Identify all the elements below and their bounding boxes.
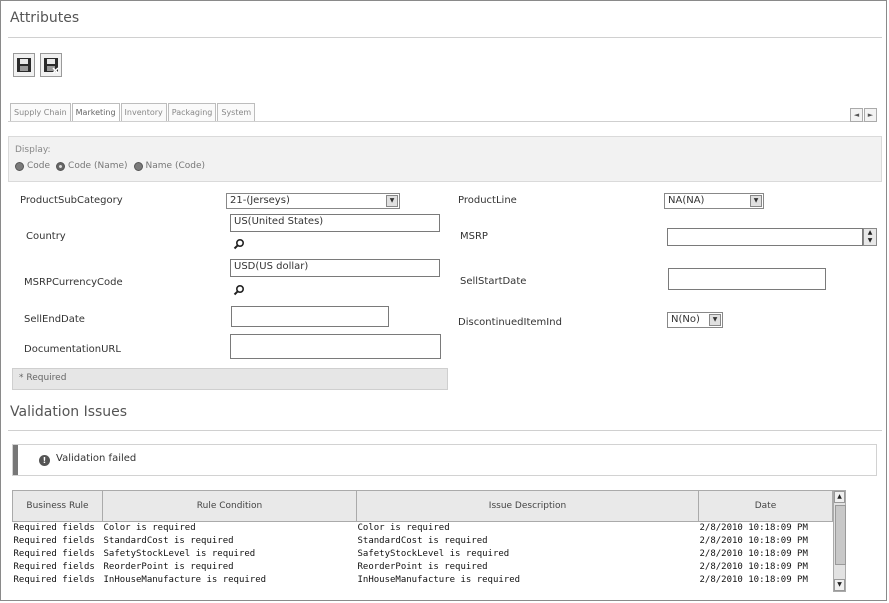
table-row[interactable]: Required fields StandardCost is required… xyxy=(13,535,833,548)
validation-status-bar: ! Validation failed xyxy=(12,444,877,476)
table-row[interactable]: Required fields SafetyStockLevel is requ… xyxy=(13,548,833,561)
scroll-down-button[interactable]: ▼ xyxy=(834,579,845,591)
msrp-field[interactable] xyxy=(667,228,863,246)
cell-issue-description: SafetyStockLevel is required xyxy=(357,549,510,559)
table-row[interactable]: Required fields ReorderPoint is required… xyxy=(13,561,833,574)
cell-date: 2/8/2010 10:18:09 PM xyxy=(699,536,808,546)
tab-inventory[interactable]: Inventory xyxy=(120,103,167,121)
save-close-icon xyxy=(44,58,59,74)
sell-end-date-label: SellEndDate xyxy=(24,314,85,325)
chevron-down-icon: ▼ xyxy=(709,314,721,326)
cell-date: 2/8/2010 10:18:09 PM xyxy=(699,549,808,559)
msrp-spinner[interactable]: ▲ ▼ xyxy=(863,228,877,246)
required-note: * Required xyxy=(12,368,448,390)
column-header-rule-condition[interactable]: Rule Condition xyxy=(102,490,357,522)
country-field[interactable]: US(United States) xyxy=(230,214,440,232)
column-header-issue-description[interactable]: Issue Description xyxy=(356,490,699,522)
title-divider xyxy=(8,37,882,38)
display-options-panel: Display: Code Code (Name) Name (Code) xyxy=(8,136,882,182)
cell-issue-description: StandardCost is required xyxy=(357,536,488,546)
product-sub-category-label: ProductSubCategory xyxy=(20,195,123,206)
cell-business-rule: Required fields xyxy=(13,536,95,546)
table-scrollbar[interactable]: ▲ ▼ xyxy=(833,490,846,592)
msrp-currency-code-field[interactable]: USD(US dollar) xyxy=(230,259,440,277)
discontinued-item-ind-value: N(No) xyxy=(671,314,700,325)
lookup-country-icon[interactable] xyxy=(233,238,245,250)
country-label: Country xyxy=(26,231,66,242)
documentation-url-label: DocumentationURL xyxy=(24,344,121,355)
radio-code[interactable] xyxy=(15,161,24,171)
display-label: Display: xyxy=(15,145,51,155)
tab-packaging[interactable]: Packaging xyxy=(167,103,217,121)
tab-divider xyxy=(8,121,869,122)
cell-issue-description: ReorderPoint is required xyxy=(357,562,488,572)
msrp-label: MSRP xyxy=(460,231,488,242)
table-row[interactable]: Required fields InHouseManufacture is re… xyxy=(13,574,833,587)
cell-rule-condition: InHouseManufacture is required xyxy=(103,575,267,585)
product-sub-category-select[interactable]: 21-(Jerseys) ▼ xyxy=(226,193,400,209)
product-line-label: ProductLine xyxy=(458,195,517,206)
sell-start-date-field[interactable] xyxy=(668,268,826,290)
cell-rule-condition: SafetyStockLevel is required xyxy=(103,549,256,559)
radio-name-code[interactable] xyxy=(133,161,143,171)
display-radio-group: Code Code (Name) Name (Code) xyxy=(15,161,211,171)
cell-issue-description: InHouseManufacture is required xyxy=(357,575,521,585)
scroll-up-button[interactable]: ▲ xyxy=(834,491,845,503)
cell-rule-condition: StandardCost is required xyxy=(103,536,234,546)
cell-issue-description: Color is required xyxy=(357,523,450,533)
table-row[interactable]: Required fields Color is required Color … xyxy=(13,522,833,536)
validation-divider xyxy=(8,430,882,431)
cell-business-rule: Required fields xyxy=(13,575,95,585)
sell-end-date-field[interactable] xyxy=(231,306,389,327)
radio-name-code-label: Name (Code) xyxy=(145,161,206,171)
validation-issues-title: Validation Issues xyxy=(10,404,128,420)
scroll-thumb[interactable] xyxy=(835,505,846,565)
cell-rule-condition: ReorderPoint is required xyxy=(103,562,234,572)
cell-business-rule: Required fields xyxy=(13,549,95,559)
cell-business-rule: Required fields xyxy=(13,523,95,533)
tab-supply-chain[interactable]: Supply Chain xyxy=(10,103,71,121)
info-icon: ! xyxy=(39,455,50,466)
radio-code-name[interactable] xyxy=(56,161,66,171)
radio-code-name-label: Code (Name) xyxy=(68,161,128,171)
discontinued-item-ind-select[interactable]: N(No) ▼ xyxy=(667,312,723,328)
product-line-value: NA(NA) xyxy=(668,195,705,206)
tab-scroll: ◄ ► xyxy=(850,108,878,122)
save-icon xyxy=(17,58,31,72)
radio-code-label: Code xyxy=(27,161,51,171)
cell-date: 2/8/2010 10:18:09 PM xyxy=(699,523,808,533)
column-header-date[interactable]: Date xyxy=(698,490,833,522)
tab-strip: Supply Chain Marketing Inventory Packagi… xyxy=(10,103,256,121)
tab-scroll-left-button[interactable]: ◄ xyxy=(850,108,863,122)
cell-date: 2/8/2010 10:18:09 PM xyxy=(699,575,808,585)
product-sub-category-value: 21-(Jerseys) xyxy=(230,195,290,206)
lookup-currency-icon[interactable] xyxy=(233,284,245,296)
chevron-down-icon: ▼ xyxy=(750,195,762,207)
tab-system[interactable]: System xyxy=(217,103,256,121)
tab-marketing[interactable]: Marketing xyxy=(71,103,120,121)
attributes-title: Attributes xyxy=(10,10,80,26)
save-close-button[interactable] xyxy=(40,53,62,77)
column-header-business-rule[interactable]: Business Rule xyxy=(12,490,103,522)
table-header-row: Business Rule Rule Condition Issue Descr… xyxy=(12,490,833,522)
chevron-down-icon: ▼ xyxy=(386,195,398,207)
discontinued-item-ind-label: DiscontinuedItemInd xyxy=(458,317,562,328)
sell-start-date-label: SellStartDate xyxy=(460,276,527,287)
msrp-currency-code-label: MSRPCurrencyCode xyxy=(24,277,123,288)
cell-business-rule: Required fields xyxy=(13,562,95,572)
validation-status-text: Validation failed xyxy=(56,453,137,464)
status-edge xyxy=(13,445,18,475)
save-button[interactable] xyxy=(13,53,35,77)
product-line-select[interactable]: NA(NA) ▼ xyxy=(664,193,764,209)
documentation-url-field[interactable] xyxy=(230,334,441,359)
validation-issues-table: Business Rule Rule Condition Issue Descr… xyxy=(12,490,833,587)
tab-scroll-right-button[interactable]: ► xyxy=(864,108,877,122)
cell-date: 2/8/2010 10:18:09 PM xyxy=(699,562,808,572)
cell-rule-condition: Color is required xyxy=(103,523,196,533)
